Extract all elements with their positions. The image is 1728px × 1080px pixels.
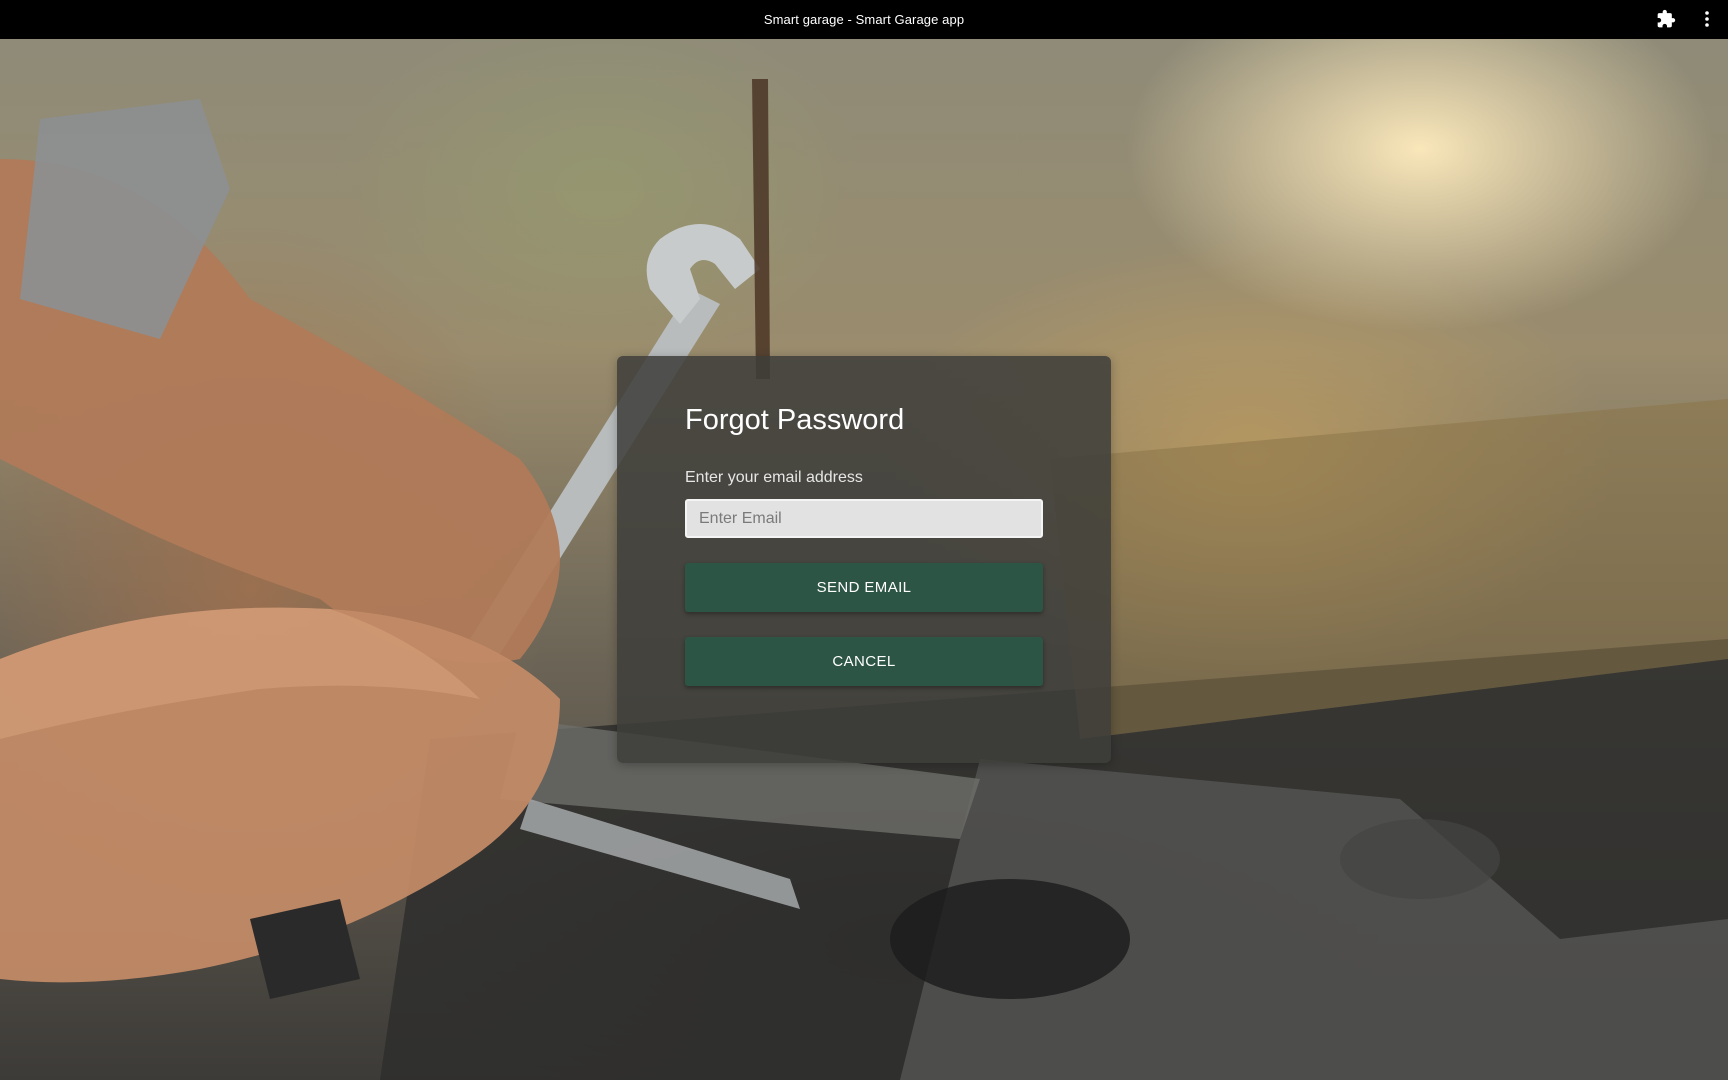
- window-title: Smart garage - Smart Garage app: [763, 12, 965, 27]
- cancel-button[interactable]: CANCEL: [685, 637, 1043, 686]
- email-label: Enter your email address: [685, 469, 863, 486]
- send-email-button[interactable]: SEND EMAIL: [685, 563, 1043, 612]
- more-options-icon[interactable]: [1697, 9, 1717, 29]
- page-title: Forgot Password: [685, 404, 905, 436]
- puzzle-piece-icon[interactable]: [1656, 9, 1676, 29]
- window-titlebar: Smart garage - Smart Garage app: [0, 0, 1728, 39]
- email-input[interactable]: [685, 499, 1043, 538]
- forgot-password-card: Forgot Password Enter your email address…: [617, 356, 1111, 763]
